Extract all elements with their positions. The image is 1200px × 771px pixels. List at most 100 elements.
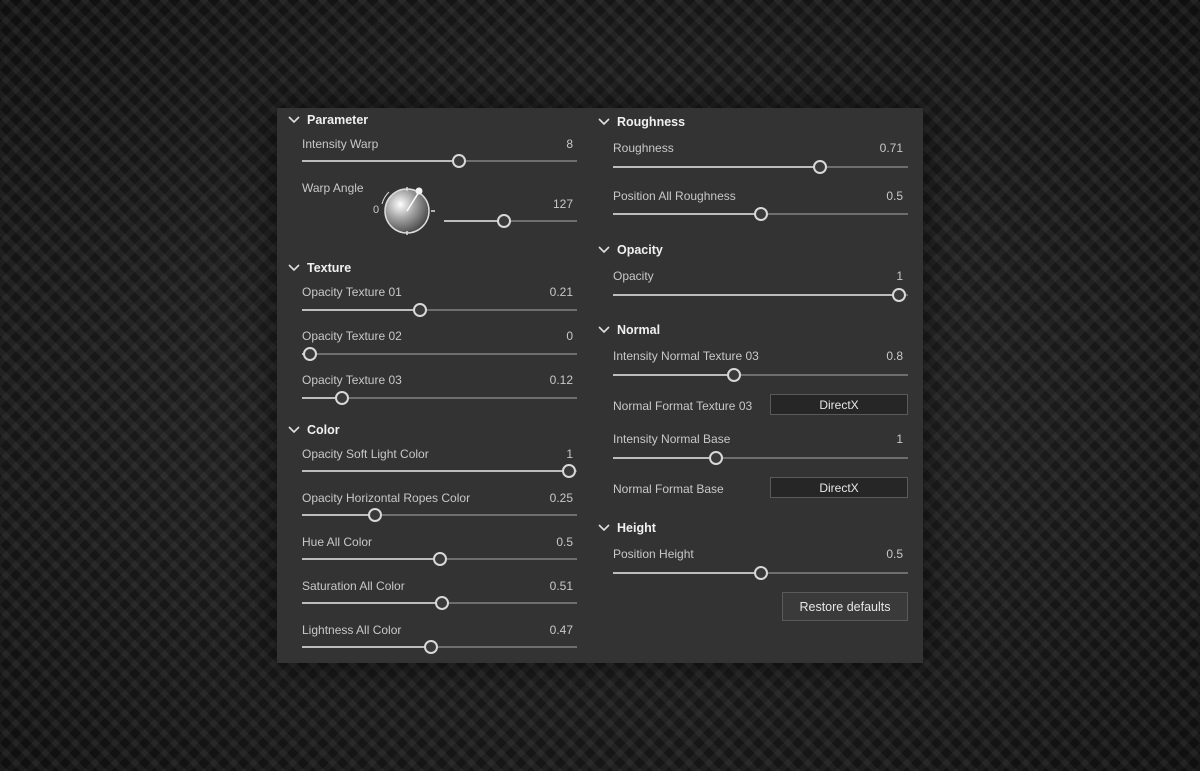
slider-thumb[interactable] [709,451,724,465]
slider-thumb[interactable] [424,640,439,654]
opacity-soft-light-color-slider[interactable] [302,464,577,478]
dropdown-label: Normal Format Texture 03 [613,399,753,413]
slider-label: Position Height [613,547,694,561]
slider-label: Hue All Color [302,535,373,549]
slider-thumb[interactable] [367,508,382,522]
opacity-slider[interactable] [613,288,908,302]
opacity-horizontal-ropes-color-slider[interactable] [302,508,577,522]
section-title: Parameter [307,113,369,127]
opacity-texture-02-slider[interactable] [302,347,577,361]
section-color-header[interactable]: Color [287,423,340,437]
slider-value: 127 [552,197,573,211]
slider-thumb[interactable] [496,214,511,228]
section-roughness-header[interactable]: Roughness [597,115,685,129]
slider-value: 1 [566,447,573,461]
section-texture-header[interactable]: Texture [287,261,351,275]
hue-all-color-slider[interactable] [302,552,577,566]
slider-thumb[interactable] [561,464,576,478]
slider-value: 0.47 [549,623,573,637]
slider-value: 0.25 [549,491,573,505]
chevron-down-icon [598,246,610,254]
slider-thumb[interactable] [753,566,768,580]
slider-fill [302,558,440,560]
slider-fill [613,294,900,296]
section-title: Normal [617,323,661,337]
slider-fill [302,646,432,648]
slider-fill [613,374,734,376]
slider-thumb[interactable] [753,207,768,221]
section-title: Opacity [617,243,663,257]
slider-value: 0 [566,329,573,343]
dial-zero-label: 0 [373,204,380,216]
opacity-texture-01-slider[interactable] [302,303,577,317]
slider-thumb[interactable] [432,552,447,566]
slider-value: 8 [566,137,573,151]
slider-value: 0.5 [886,547,903,561]
slider-fill [613,572,761,574]
slider-thumb[interactable] [892,288,907,302]
slider-thumb[interactable] [812,160,827,174]
intensity-warp-slider[interactable] [302,154,577,168]
warp-angle-label: Warp Angle [302,181,364,195]
slider-value: 1 [896,432,903,446]
slider-thumb[interactable] [435,596,450,610]
parameters-panel: Parameter Intensity Warp 8 Warp Angle 0 … [277,108,923,663]
slider-thumb[interactable] [303,347,318,361]
chevron-down-icon [598,524,610,532]
intensity-normal-base-slider[interactable] [613,451,908,465]
slider-thumb[interactable] [413,303,428,317]
warp-angle-dial[interactable] [372,180,442,242]
slider-label: Opacity Texture 03 [302,373,402,387]
slider-value: 0.5 [886,189,903,203]
slider-label: Opacity Soft Light Color [302,447,429,461]
slider-value: 0.8 [886,349,903,363]
intensity-normal-texture-03-slider[interactable] [613,368,908,382]
slider-fill [613,166,820,168]
normal-format-base-dropdown[interactable]: DirectX [770,477,908,498]
dial-handle[interactable] [415,187,423,195]
slider-label: Intensity Warp [302,137,379,151]
warp-angle-slider[interactable] [444,214,577,228]
section-title: Height [617,521,656,535]
slider-fill [302,602,443,604]
slider-value: 0.51 [549,579,573,593]
slider-label: Opacity Texture 01 [302,285,402,299]
slider-label: Intensity Normal Base [613,432,731,446]
roughness-slider[interactable] [613,160,908,174]
section-parameter-header[interactable]: Parameter [287,113,368,127]
position-all-roughness-slider[interactable] [613,207,908,221]
slider-thumb[interactable] [451,154,466,168]
restore-defaults-button[interactable]: Restore defaults [782,592,908,621]
section-title: Roughness [617,115,686,129]
slider-fill [613,213,761,215]
left-column: Parameter Intensity Warp 8 Warp Angle 0 … [277,108,587,663]
slider-fill [302,470,569,472]
slider-fill [302,309,421,311]
slider-label: Opacity [613,269,654,283]
section-height-header[interactable]: Height [597,521,656,535]
slider-value: 0.21 [549,285,573,299]
slider-label: Opacity Horizontal Ropes Color [302,491,471,505]
slider-label: Opacity Texture 02 [302,329,402,343]
slider-label: Position All Roughness [613,189,736,203]
slider-label: Intensity Normal Texture 03 [613,349,759,363]
position-height-slider[interactable] [613,566,908,580]
slider-value: 1 [896,269,903,283]
lightness-all-color-slider[interactable] [302,640,577,654]
chevron-down-icon [288,264,300,272]
slider-value: 0.71 [879,141,903,155]
normal-format-texture-03-dropdown[interactable]: DirectX [770,394,908,415]
slider-thumb[interactable] [334,391,349,405]
slider-thumb[interactable] [726,368,741,382]
chevron-down-icon [598,118,610,126]
slider-value: 0.5 [556,535,573,549]
saturation-all-color-slider[interactable] [302,596,577,610]
slider-fill [613,457,717,459]
slider-label: Roughness [613,141,674,155]
section-opacity-header[interactable]: Opacity [597,243,663,257]
opacity-texture-03-slider[interactable] [302,391,577,405]
chevron-down-icon [288,426,300,434]
section-normal-header[interactable]: Normal [597,323,660,337]
dropdown-label: Normal Format Base [613,482,724,496]
slider-fill [302,514,375,516]
